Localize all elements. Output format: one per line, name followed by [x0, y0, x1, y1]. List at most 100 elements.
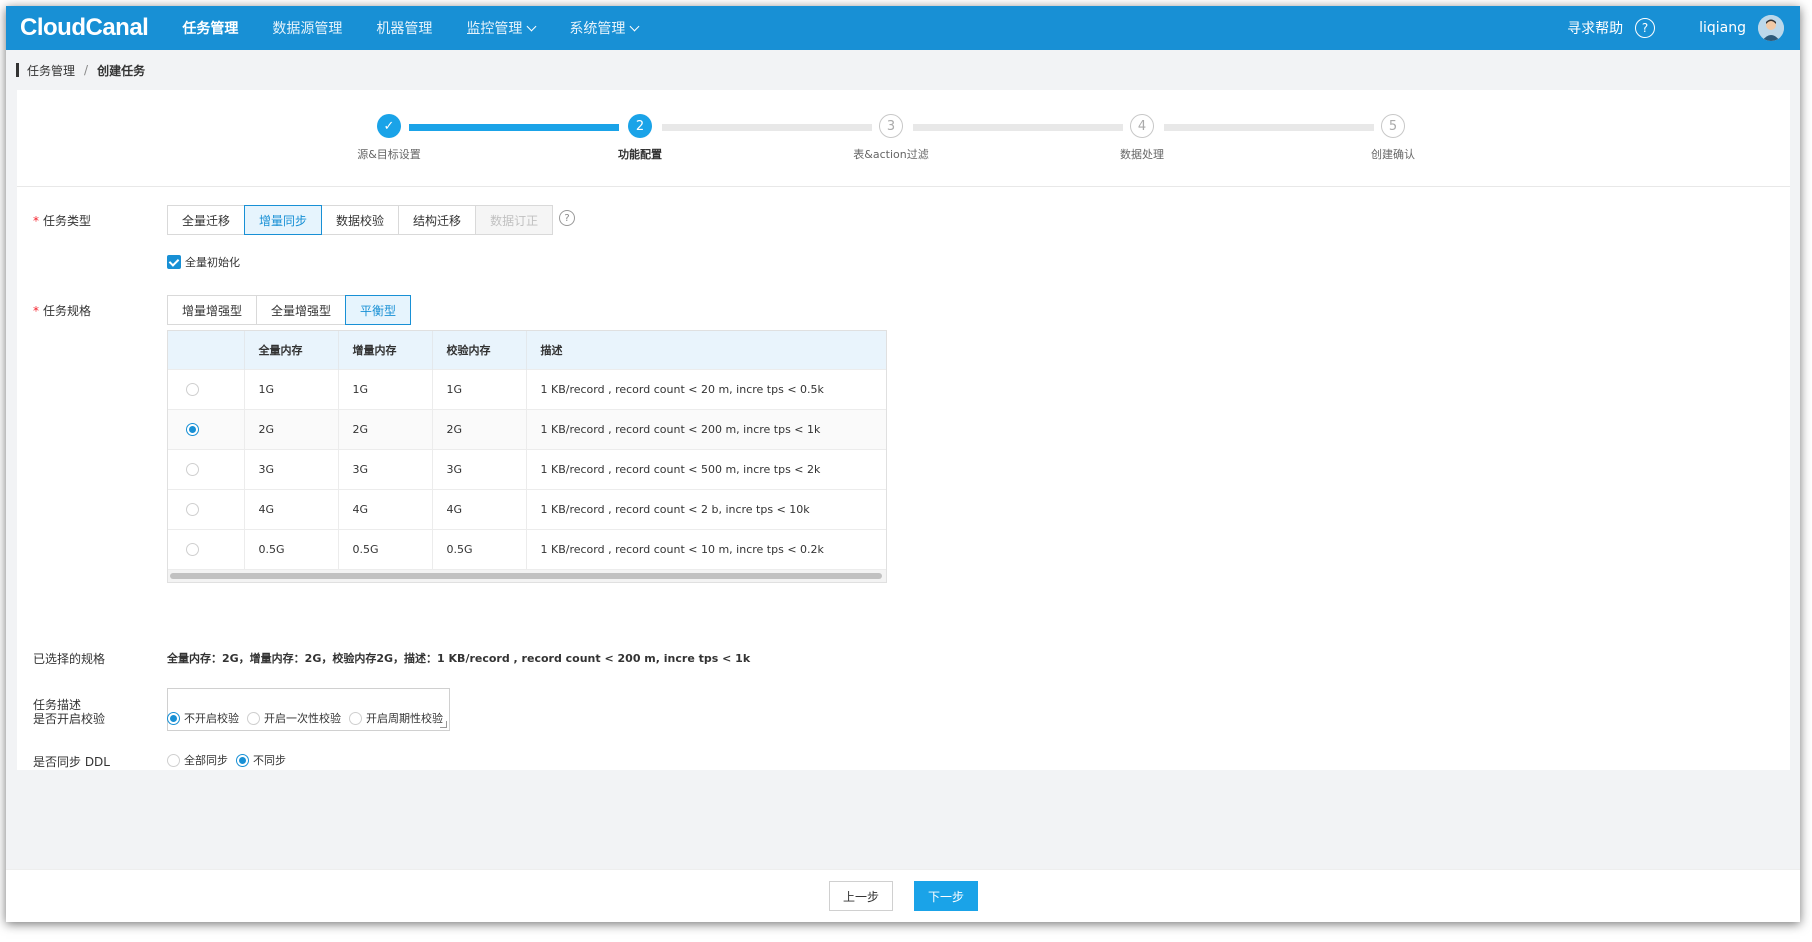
step-label: 创建确认 [1371, 148, 1415, 161]
radio-button[interactable] [349, 711, 362, 725]
username[interactable]: liqiang [1699, 20, 1746, 36]
avatar[interactable] [1758, 15, 1784, 41]
spec-balanced[interactable]: 平衡型 [345, 295, 412, 325]
column-header-incr-mem: 增量内存 [338, 331, 433, 370]
table-row[interactable]: 2G 2G 2G 1 KB/record , record count < 20… [168, 409, 886, 450]
cell-full-mem: 2G [244, 409, 339, 450]
cell-check-mem: 4G [432, 489, 527, 530]
radio-button[interactable] [167, 753, 180, 767]
cell-check-mem: 0.5G [432, 529, 527, 569]
step-5: 5 创建确认 [1333, 114, 1453, 162]
cell-incr-mem: 0.5G [338, 529, 433, 569]
help-link[interactable]: 寻求帮助 [1567, 18, 1623, 38]
sync-ddl-label: 是否同步 DDL [33, 755, 110, 769]
sync-ddl-radio-group: 全部同步 不同步 [167, 752, 294, 768]
step-4: 4 数据处理 [1082, 114, 1202, 162]
task-type-data-check[interactable]: 数据校验 [321, 205, 400, 235]
nav-item-datasource[interactable]: 数据源管理 [272, 18, 342, 38]
radio-button[interactable] [236, 753, 249, 767]
radio-button[interactable] [247, 711, 260, 725]
task-spec-selector: 增量增强型 全量增强型 平衡型 [167, 295, 412, 325]
cell-full-mem: 0.5G [244, 529, 339, 569]
check-off-option[interactable]: 不开启校验 [167, 710, 239, 726]
breadcrumb-parent[interactable]: 任务管理 [27, 62, 75, 79]
cell-full-mem: 4G [244, 489, 339, 530]
cell-check-mem: 1G [432, 369, 527, 410]
breadcrumb-current: 创建任务 [97, 63, 146, 78]
cell-full-mem: 3G [244, 449, 339, 490]
enable-check-radio-group: 不开启校验 开启一次性校验 开启周期性校验 [167, 710, 451, 726]
cell-incr-mem: 3G [338, 449, 433, 490]
nav-item-task[interactable]: 任务管理 [182, 18, 238, 38]
task-type-data-correction: 数据订正 [475, 205, 554, 235]
cell-desc: 1 KB/record , record count < 2 b, incre … [526, 489, 886, 530]
column-header-check-mem: 校验内存 [432, 331, 527, 370]
main-panel: ✓ 源&目标设置 2 功能配置 3 表&action过滤 4 数据处理 5 创建… [17, 90, 1790, 770]
column-header-full-mem: 全量内存 [244, 331, 339, 370]
question-icon[interactable]: ? [559, 210, 575, 226]
task-type-incremental-sync[interactable]: 增量同步 [244, 205, 323, 235]
selected-spec-value: 全量内存：2G，增量内存：2G，校验内存2G，描述：1 KB/record , … [167, 652, 751, 665]
next-step-button[interactable]: 下一步 [914, 881, 978, 911]
nav-item-monitor[interactable]: 监控管理 [466, 18, 537, 38]
step-3: 3 表&action过滤 [831, 114, 951, 162]
horizontal-scrollbar[interactable] [168, 569, 886, 582]
radio-button[interactable] [167, 711, 180, 725]
radio-button[interactable] [186, 503, 199, 517]
table-row[interactable]: 4G 4G 4G 1 KB/record , record count < 2 … [168, 489, 886, 530]
cell-incr-mem: 4G [338, 489, 433, 530]
task-type-selector: 全量迁移 增量同步 数据校验 结构迁移 数据订正 [167, 205, 554, 235]
task-spec-label: * 任务规格 [33, 304, 92, 318]
nav-item-system[interactable]: 系统管理 [569, 18, 640, 38]
check-periodic-option[interactable]: 开启周期性校验 [349, 710, 443, 726]
question-icon[interactable]: ? [1635, 18, 1656, 38]
cell-desc: 1 KB/record , record count < 500 m, incr… [526, 449, 886, 490]
check-once-option[interactable]: 开启一次性校验 [247, 710, 341, 726]
step-label: 表&action过滤 [853, 148, 929, 161]
spec-incremental-enhanced[interactable]: 增量增强型 [167, 295, 258, 325]
cell-check-mem: 2G [432, 409, 527, 450]
task-type-label: * 任务类型 [33, 214, 92, 228]
radio-button[interactable] [186, 543, 199, 557]
sync-ddl-all-option[interactable]: 全部同步 [167, 752, 228, 768]
radio-button[interactable] [186, 463, 199, 477]
table-row[interactable]: 0.5G 0.5G 0.5G 1 KB/record , record coun… [168, 529, 886, 569]
cell-incr-mem: 2G [338, 409, 433, 450]
table-row[interactable]: 1G 1G 1G 1 KB/record , record count < 20… [168, 369, 886, 410]
breadcrumb-bar [16, 63, 19, 77]
sync-ddl-none-option[interactable]: 不同步 [236, 752, 286, 768]
step-number: 4 [1130, 114, 1154, 138]
table-row[interactable]: 3G 3G 3G 1 KB/record , record count < 50… [168, 449, 886, 490]
cell-desc: 1 KB/record , record count < 200 m, incr… [526, 409, 886, 450]
task-type-schema-migration[interactable]: 结构迁移 [398, 205, 477, 235]
task-type-full-migration[interactable]: 全量迁移 [167, 205, 246, 235]
scroll-thumb[interactable] [170, 573, 882, 579]
prev-step-button[interactable]: 上一步 [829, 881, 893, 911]
step-number: 3 [879, 114, 903, 138]
selected-spec-label: 已选择的规格 [33, 652, 106, 666]
breadcrumb: 任务管理 / 创建任务 [6, 50, 1800, 90]
checkbox-checked-icon [167, 255, 181, 269]
table-header: 全量内存 增量内存 校验内存 描述 [168, 331, 886, 370]
nav-right: 寻求帮助 ? liqiang [1567, 6, 1784, 50]
check-icon: ✓ [377, 114, 401, 138]
full-init-checkbox[interactable]: 全量初始化 [167, 254, 240, 270]
chevron-down-icon [629, 21, 640, 31]
logo: CloudCanal [20, 14, 149, 41]
footer-bar: 上一步 下一步 [6, 869, 1800, 922]
radio-button[interactable] [186, 423, 199, 437]
column-header-desc: 描述 [526, 331, 886, 370]
breadcrumb-separator: / [84, 63, 89, 77]
cell-desc: 1 KB/record , record count < 20 m, incre… [526, 369, 886, 410]
step-label: 功能配置 [618, 148, 662, 161]
nav-item-machine[interactable]: 机器管理 [376, 18, 432, 38]
app-window: CloudCanal 任务管理 数据源管理 机器管理 监控管理 系统管理 寻求帮… [6, 6, 1800, 922]
step-number: 2 [628, 114, 652, 138]
cell-check-mem: 3G [432, 449, 527, 490]
spec-full-enhanced[interactable]: 全量增强型 [256, 295, 347, 325]
step-label: 源&目标设置 [357, 148, 421, 161]
cell-full-mem: 1G [244, 369, 339, 410]
full-init-label: 全量初始化 [185, 256, 240, 269]
step-indicator: ✓ 源&目标设置 2 功能配置 3 表&action过滤 4 数据处理 5 创建… [17, 90, 1790, 187]
radio-button[interactable] [186, 383, 199, 397]
